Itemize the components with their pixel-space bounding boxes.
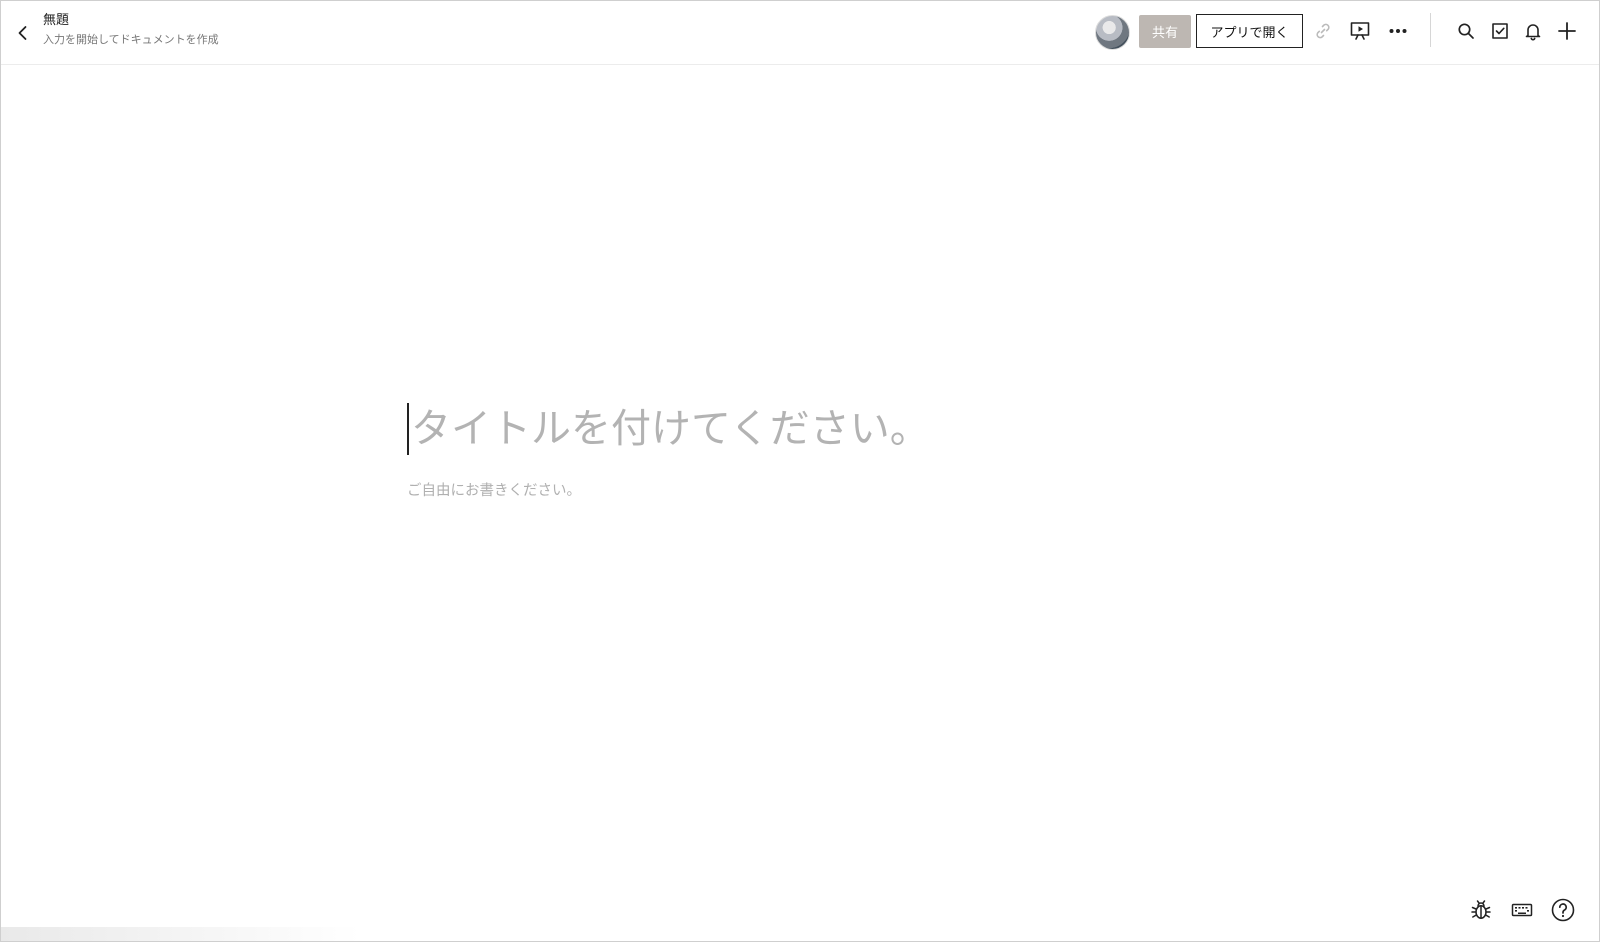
keyboard-shortcuts-button[interactable] xyxy=(1508,896,1536,924)
back-button[interactable] xyxy=(11,21,35,45)
app-window: 無題 入力を開始してドキュメントを作成 共有 アプリで開く xyxy=(0,0,1600,942)
link-icon xyxy=(1316,23,1330,39)
presentation-icon xyxy=(1350,22,1370,40)
checkbox-icon xyxy=(1492,23,1508,39)
plus-icon xyxy=(1558,22,1576,40)
help-button[interactable] xyxy=(1549,896,1577,924)
document-title[interactable]: 無題 xyxy=(43,12,219,29)
header-divider xyxy=(1430,13,1431,47)
open-in-app-button[interactable]: アプリで開く xyxy=(1196,14,1303,48)
add-button[interactable] xyxy=(1554,18,1580,44)
editor-area xyxy=(407,401,1227,503)
top-bar: 無題 入力を開始してドキュメントを作成 共有 アプリで開く xyxy=(1,1,1599,65)
notifications-button[interactable] xyxy=(1520,18,1546,44)
bug-icon xyxy=(1471,900,1491,919)
bottom-edge-shadow xyxy=(1,927,361,941)
keyboard-icon xyxy=(1511,903,1533,917)
copy-link-button[interactable] xyxy=(1310,18,1336,44)
title-input[interactable] xyxy=(407,401,1227,457)
text-caret xyxy=(407,403,409,455)
chevron-left-icon xyxy=(18,26,27,40)
body-input[interactable] xyxy=(407,479,1227,503)
tasks-button[interactable] xyxy=(1487,18,1513,44)
search-button[interactable] xyxy=(1453,18,1479,44)
share-button[interactable]: 共有 xyxy=(1139,15,1191,48)
report-bug-button[interactable] xyxy=(1467,896,1495,924)
document-title-block: 無題 入力を開始してドキュメントを作成 xyxy=(43,12,219,48)
search-icon xyxy=(1458,23,1474,39)
avatar[interactable] xyxy=(1095,15,1130,50)
present-button[interactable] xyxy=(1347,18,1373,44)
document-subtitle: 入力を開始してドキュメントを作成 xyxy=(43,33,219,46)
more-horizontal-icon xyxy=(1389,29,1407,33)
help-icon xyxy=(1551,898,1575,922)
bell-icon xyxy=(1525,24,1541,41)
more-options-button[interactable] xyxy=(1385,18,1411,44)
